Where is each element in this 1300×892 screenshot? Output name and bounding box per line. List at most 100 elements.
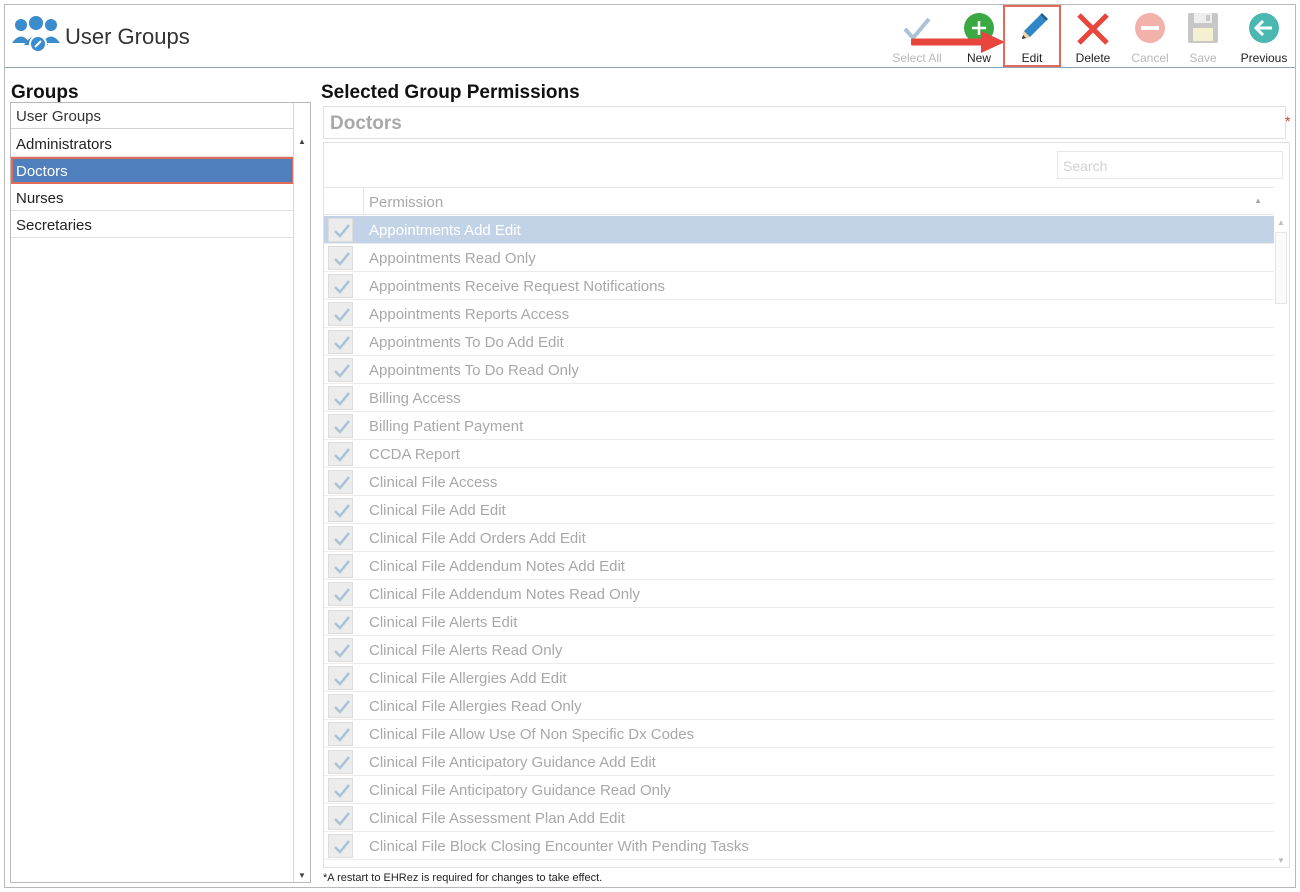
scroll-up-icon[interactable]: ▲ bbox=[298, 137, 306, 146]
permission-label: Appointments Reports Access bbox=[369, 306, 570, 323]
permission-checkbox[interactable] bbox=[328, 246, 353, 270]
check-icon bbox=[334, 700, 350, 714]
permission-row[interactable]: Clinical File Alerts Read Only bbox=[324, 636, 1274, 664]
permission-row[interactable]: Clinical File Assessment Plan Add Edit bbox=[324, 804, 1274, 832]
previous-button[interactable]: Previous bbox=[1234, 9, 1294, 67]
check-icon bbox=[334, 840, 350, 854]
check-icon bbox=[334, 728, 350, 742]
permission-row[interactable]: Appointments Add Edit bbox=[324, 216, 1274, 244]
permission-column-header[interactable]: Permission bbox=[369, 194, 443, 211]
save-button[interactable]: Save bbox=[1173, 9, 1233, 67]
edit-label: Edit bbox=[1021, 51, 1043, 65]
permission-checkbox[interactable] bbox=[328, 834, 353, 858]
permissions-scrollbar[interactable]: ▲ ▼ bbox=[1273, 216, 1289, 867]
permission-row[interactable]: Clinical File Allergies Read Only bbox=[324, 692, 1274, 720]
check-icon bbox=[334, 224, 350, 238]
permissions-grid-header: Permission ▲ bbox=[324, 187, 1274, 215]
permission-checkbox[interactable] bbox=[328, 694, 353, 718]
permission-checkbox[interactable] bbox=[328, 498, 353, 522]
edit-button[interactable]: Edit bbox=[1002, 9, 1062, 67]
permission-row[interactable]: Appointments To Do Read Only bbox=[324, 356, 1274, 384]
permission-row[interactable]: Clinical File Addendum Notes Add Edit bbox=[324, 552, 1274, 580]
permission-checkbox[interactable] bbox=[328, 442, 353, 466]
permission-row[interactable]: Clinical File Alerts Edit bbox=[324, 608, 1274, 636]
permission-checkbox[interactable] bbox=[328, 554, 353, 578]
permission-row[interactable]: Billing Patient Payment bbox=[324, 412, 1274, 440]
check-icon bbox=[334, 756, 350, 770]
scroll-up-icon[interactable]: ▲ bbox=[1277, 218, 1285, 227]
permission-row[interactable]: Clinical File Allergies Add Edit bbox=[324, 664, 1274, 692]
permission-row[interactable]: Appointments Receive Request Notificatio… bbox=[324, 272, 1274, 300]
permission-checkbox[interactable] bbox=[328, 722, 353, 746]
permission-label: Billing Patient Payment bbox=[369, 418, 524, 435]
scroll-down-icon[interactable]: ▼ bbox=[298, 871, 306, 880]
permission-row[interactable]: Billing Access bbox=[324, 384, 1274, 412]
permission-checkbox[interactable] bbox=[328, 750, 353, 774]
permission-checkbox[interactable] bbox=[328, 274, 353, 298]
permission-label: Appointments To Do Read Only bbox=[369, 362, 579, 379]
sort-asc-icon[interactable]: ▲ bbox=[1254, 196, 1262, 205]
groups-scrollbar[interactable]: ▲ ▼ bbox=[293, 103, 310, 882]
required-marker: * bbox=[1285, 113, 1291, 129]
delete-button[interactable]: Delete bbox=[1063, 9, 1123, 67]
floppy-disk-icon bbox=[1188, 13, 1218, 43]
groups-heading: Groups bbox=[11, 82, 79, 103]
permission-checkbox[interactable] bbox=[328, 386, 353, 410]
group-name-field[interactable]: Doctors bbox=[323, 106, 1286, 139]
permission-checkbox[interactable] bbox=[328, 526, 353, 550]
scrollbar-thumb[interactable] bbox=[1275, 232, 1287, 304]
permission-row[interactable]: Appointments Read Only bbox=[324, 244, 1274, 272]
check-icon bbox=[334, 420, 350, 434]
check-icon bbox=[334, 280, 350, 294]
permission-row[interactable]: Clinical File Addendum Notes Read Only bbox=[324, 580, 1274, 608]
permission-label: Appointments To Do Add Edit bbox=[369, 334, 564, 351]
group-item-doctors[interactable]: Doctors bbox=[11, 157, 294, 184]
permission-checkbox[interactable] bbox=[328, 218, 353, 242]
permission-checkbox[interactable] bbox=[328, 414, 353, 438]
cancel-label: Cancel bbox=[1131, 51, 1169, 65]
permission-label: Clinical File Addendum Notes Add Edit bbox=[369, 558, 625, 575]
check-icon bbox=[334, 588, 350, 602]
permission-checkbox[interactable] bbox=[328, 330, 353, 354]
permission-label: Appointments Receive Request Notificatio… bbox=[369, 278, 665, 295]
group-item-secretaries[interactable]: Secretaries bbox=[11, 211, 294, 238]
permission-label: Billing Access bbox=[369, 390, 461, 407]
groups-list: User Groups Administrators Doctors Nurse… bbox=[10, 102, 311, 883]
header-bar: User Groups Select All New Edit Delete C… bbox=[5, 5, 1295, 68]
permission-label: Clinical File Assessment Plan Add Edit bbox=[369, 810, 625, 827]
arrow-left-icon bbox=[1249, 13, 1279, 43]
search-input[interactable]: Search bbox=[1057, 151, 1283, 179]
permission-label: Clinical File Allergies Read Only bbox=[369, 698, 582, 715]
permission-checkbox[interactable] bbox=[328, 302, 353, 326]
permission-label: Clinical File Anticipatory Guidance Add … bbox=[369, 754, 656, 771]
group-item-administrators[interactable]: Administrators bbox=[11, 130, 294, 157]
permission-row[interactable]: CCDA Report bbox=[324, 440, 1274, 468]
permission-checkbox[interactable] bbox=[328, 666, 353, 690]
minus-circle-icon bbox=[1135, 13, 1165, 43]
permission-checkbox[interactable] bbox=[328, 358, 353, 382]
user-groups-icon bbox=[12, 16, 60, 53]
permission-row[interactable]: Clinical File Block Closing Encounter Wi… bbox=[324, 832, 1274, 860]
permission-row[interactable]: Clinical File Allow Use Of Non Specific … bbox=[324, 720, 1274, 748]
permission-label: Clinical File Allergies Add Edit bbox=[369, 670, 567, 687]
permission-row[interactable]: Clinical File Anticipatory Guidance Read… bbox=[324, 776, 1274, 804]
group-item-nurses[interactable]: Nurses bbox=[11, 184, 294, 211]
check-icon bbox=[334, 336, 350, 350]
permission-checkbox[interactable] bbox=[328, 778, 353, 802]
previous-label: Previous bbox=[1240, 51, 1288, 65]
window: User Groups Select All New Edit Delete C… bbox=[4, 4, 1296, 888]
permission-checkbox[interactable] bbox=[328, 610, 353, 634]
permission-row[interactable]: Clinical File Add Edit bbox=[324, 496, 1274, 524]
permission-row[interactable]: Appointments To Do Add Edit bbox=[324, 328, 1274, 356]
permission-checkbox[interactable] bbox=[328, 638, 353, 662]
permission-row[interactable]: Clinical File Add Orders Add Edit bbox=[324, 524, 1274, 552]
permission-checkbox[interactable] bbox=[328, 806, 353, 830]
permission-row[interactable]: Clinical File Anticipatory Guidance Add … bbox=[324, 748, 1274, 776]
scroll-down-icon[interactable]: ▼ bbox=[1277, 856, 1285, 865]
cancel-button[interactable]: Cancel bbox=[1120, 9, 1180, 67]
permission-row[interactable]: Clinical File Access bbox=[324, 468, 1274, 496]
check-icon bbox=[334, 812, 350, 826]
permission-checkbox[interactable] bbox=[328, 470, 353, 494]
permission-checkbox[interactable] bbox=[328, 582, 353, 606]
permission-row[interactable]: Appointments Reports Access bbox=[324, 300, 1274, 328]
